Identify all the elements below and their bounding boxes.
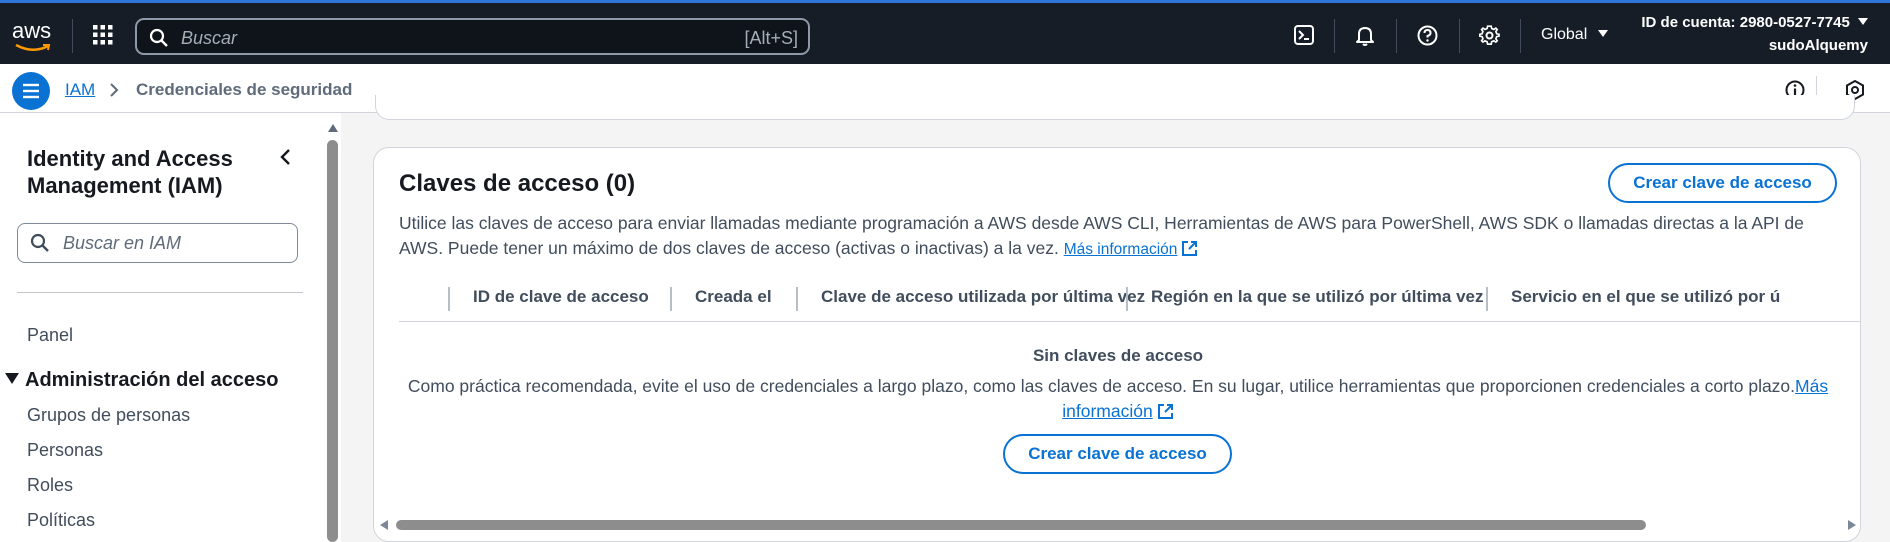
external-link-icon[interactable]: [1157, 403, 1174, 420]
access-keys-table-header: ID de clave de acceso Creada el Clave de…: [399, 278, 1860, 322]
nav-divider: [1459, 19, 1460, 53]
sidebar-item-roles[interactable]: Roles: [27, 475, 73, 496]
column-header-last-region[interactable]: Región en la que se utilizó por última v…: [1151, 287, 1484, 307]
empty-create-access-key-button[interactable]: Crear clave de acceso: [1003, 434, 1232, 474]
horizontal-scrollbar-thumb[interactable]: [396, 520, 1646, 530]
account-menu[interactable]: ID de cuenta: 2980-0527-7745: [1641, 14, 1868, 31]
empty-state-title: Sin claves de acceso: [1032, 346, 1204, 365]
nav-divider: [72, 19, 73, 53]
search-placeholder: Buscar: [181, 28, 238, 48]
menu-button[interactable]: [12, 72, 50, 110]
region-selector[interactable]: Global: [1541, 26, 1608, 44]
nav-divider: [1334, 19, 1335, 53]
sidebar-item-users[interactable]: Personas: [27, 440, 103, 461]
scroll-right-arrow-icon[interactable]: [1848, 520, 1856, 530]
sidebar-title[interactable]: Identity and Access Management (IAM): [27, 145, 267, 199]
column-header-created[interactable]: Creada el: [695, 287, 772, 307]
column-divider[interactable]: [796, 287, 798, 311]
sidebar-item-user-groups[interactable]: Grupos de personas: [27, 405, 190, 426]
table-horizontal-scrollbar[interactable]: [374, 514, 1860, 536]
sidebar-scrollbar-thumb[interactable]: [327, 140, 338, 542]
gear-icon[interactable]: [1479, 25, 1500, 46]
region-label: Global: [1541, 26, 1588, 43]
empty-state-text: Como práctica recomendada, evite el uso …: [404, 374, 1832, 424]
caret-down-icon: [5, 373, 19, 384]
column-divider: [448, 287, 450, 311]
column-divider[interactable]: [1486, 287, 1488, 311]
search-icon: [149, 28, 168, 47]
access-keys-title: Claves de acceso (0): [399, 170, 636, 197]
aws-smile-icon: [15, 43, 51, 51]
sidebar-search-input[interactable]: Buscar en IAM: [17, 223, 298, 263]
chevron-down-icon: [1597, 30, 1608, 37]
more-info-link[interactable]: Más información: [1064, 241, 1178, 258]
column-header-last-used[interactable]: Clave de acceso utilizada por última vez: [821, 287, 1145, 307]
sidebar-section-access-management[interactable]: Administración del acceso: [5, 369, 278, 392]
bell-icon[interactable]: [1355, 25, 1375, 46]
nav-divider: [1396, 19, 1397, 53]
aws-logo[interactable]: aws: [12, 18, 51, 44]
search-shortcut: [Alt+S]: [744, 28, 798, 48]
scroll-left-arrow-icon[interactable]: [380, 520, 388, 530]
scroll-up-arrow-icon[interactable]: [328, 124, 338, 132]
help-icon[interactable]: [1417, 25, 1438, 46]
create-access-key-button[interactable]: Crear clave de acceso: [1608, 163, 1837, 203]
breadcrumb-iam[interactable]: IAM: [65, 80, 95, 100]
access-keys-description: Utilice las claves de acceso para enviar…: [399, 211, 1819, 262]
sidebar-search-placeholder: Buscar en IAM: [63, 233, 182, 253]
breadcrumb-current: Credenciales de seguridad: [136, 80, 353, 99]
collapse-sidebar-icon[interactable]: [278, 147, 292, 167]
column-header-last-service[interactable]: Servicio en el que se utilizó por ú: [1511, 287, 1780, 307]
account-id: ID de cuenta: 2980-0527-7745: [1641, 14, 1850, 31]
empty-state-description: Como práctica recomendada, evite el uso …: [407, 376, 1796, 396]
cloudshell-icon[interactable]: [1294, 25, 1314, 45]
nav-divider: [1520, 19, 1521, 53]
divider: [17, 292, 303, 293]
external-link-icon[interactable]: [1181, 240, 1198, 257]
chevron-right-icon: [110, 83, 119, 97]
previous-card-bottom: [375, 95, 1855, 120]
column-divider[interactable]: [1126, 287, 1128, 311]
chevron-down-icon: [1858, 18, 1868, 25]
global-search-input[interactable]: Buscar [Alt+S]: [135, 18, 810, 55]
sidebar-section-label: Administración del acceso: [25, 369, 279, 391]
hamburger-icon: [23, 83, 39, 99]
search-icon: [30, 233, 49, 252]
sidebar-item-policies[interactable]: Políticas: [27, 510, 95, 531]
access-keys-card: Claves de acceso (0) Crear clave de acce…: [373, 147, 1861, 542]
sidebar: Identity and Access Management (IAM) Bus…: [0, 113, 326, 542]
top-navigation: aws Buscar [Alt+S] Global ID de cuenta: …: [0, 0, 1890, 64]
sidebar-item-panel[interactable]: Panel: [27, 325, 73, 346]
column-header-key-id[interactable]: ID de clave de acceso: [473, 287, 649, 307]
column-divider[interactable]: [670, 287, 672, 311]
username[interactable]: sudoAlquemy: [1769, 37, 1868, 54]
grid-apps-icon[interactable]: [93, 25, 113, 45]
